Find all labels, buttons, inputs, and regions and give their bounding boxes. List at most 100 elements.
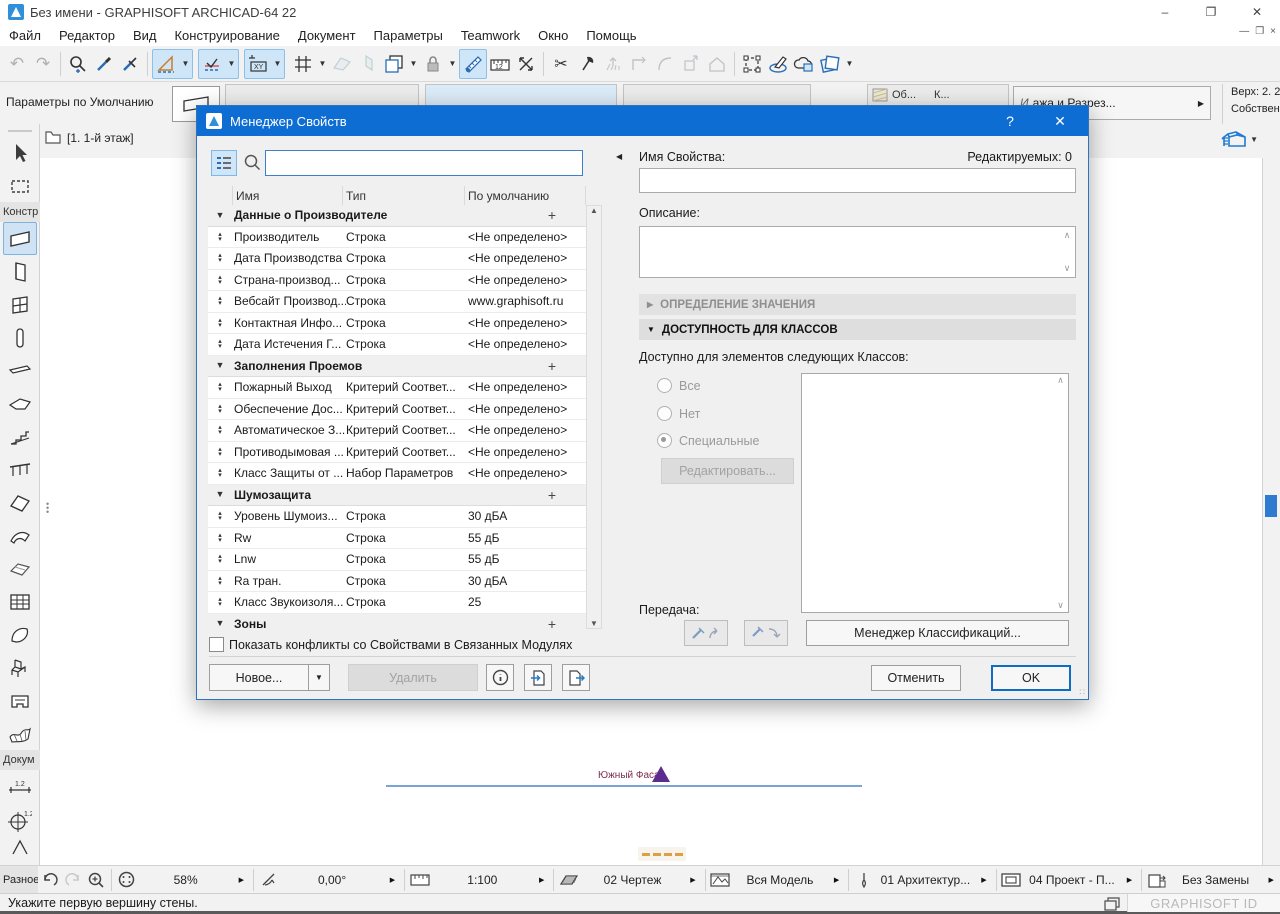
right-edge-strip[interactable] [1262, 158, 1280, 865]
property-row[interactable]: ▴▾Обеспечение Дос...Критерий Соответ...<… [208, 399, 586, 421]
layer-combination-icon[interactable] [557, 868, 580, 892]
desc-scroll-down-icon[interactable]: ∨ [1064, 263, 1071, 274]
tab-first-floor[interactable]: [1. 1-й этаж] [44, 130, 134, 145]
section-class-availability[interactable]: ▼ ДОСТУПНОСТЬ ДЛЯ КЛАССОВ [639, 319, 1076, 340]
coordinates-dropdown-icon[interactable]: ▼ [271, 50, 284, 78]
radio-none-row[interactable]: Нет [657, 406, 700, 421]
model-view-combo[interactable]: Вся Модель [732, 873, 828, 887]
add-property-icon[interactable]: + [534, 616, 561, 629]
minimize-button[interactable]: – [1142, 0, 1188, 24]
toolbox-section-misc[interactable]: Разное [0, 866, 38, 893]
zoom-to-selection-icon[interactable] [65, 50, 91, 78]
zoom-combo[interactable]: 58% [139, 873, 233, 887]
menu-teamwork[interactable]: Teamwork [452, 28, 529, 43]
pen-set-arrow-icon[interactable]: ▶ [975, 876, 992, 884]
dialog-close-button[interactable]: ✕ [1040, 106, 1080, 136]
annotate-icon[interactable] [765, 50, 791, 78]
marquee-mode-icon[interactable] [381, 50, 407, 78]
property-group-row[interactable]: ▼Зоны+ [208, 614, 586, 630]
property-row[interactable]: ▴▾Пожарный ВыходКритерий Соответ...<Не о… [208, 377, 586, 399]
export-button[interactable] [562, 664, 590, 691]
quick-options-dropdown-icon[interactable]: ▼ [1250, 135, 1258, 144]
eyedropper-icon[interactable] [91, 50, 117, 78]
mesh-tool[interactable] [3, 717, 37, 750]
menu-window[interactable]: Окно [529, 28, 577, 43]
inject-settings-button[interactable] [744, 620, 788, 646]
zoom-in-icon[interactable] [85, 868, 108, 892]
pen-set-icon[interactable] [852, 868, 875, 892]
coordinates-icon[interactable]: XY [245, 50, 271, 78]
curtain-wall-tool[interactable] [3, 585, 37, 618]
edit-group-icon[interactable] [739, 50, 765, 78]
column-default[interactable]: По умолчанию [465, 186, 586, 205]
add-property-icon[interactable]: + [534, 487, 561, 503]
renovation-filter-combo[interactable]: 04 Проект - П... [1023, 873, 1121, 887]
suspend-groups-dropdown-icon[interactable]: ▼ [446, 50, 459, 78]
undo-icon[interactable]: ↶ [4, 50, 30, 78]
stretch-icon[interactable] [513, 50, 539, 78]
combo-sliver-3[interactable] [623, 84, 811, 106]
quick-options[interactable]: ▼ [1221, 129, 1258, 149]
toolbox-handle[interactable] [8, 130, 32, 132]
show-conflicts-row[interactable]: Показать конфликты со Свойствами в Связа… [209, 637, 572, 652]
stair-tool[interactable] [3, 420, 37, 453]
elevation-line[interactable] [386, 785, 862, 787]
scale-combo[interactable]: 1:100 [432, 873, 533, 887]
window-tool[interactable] [3, 288, 37, 321]
orientation-combo-arrow-icon[interactable]: ▶ [384, 876, 401, 884]
trace-reference-icon[interactable] [329, 50, 355, 78]
graphisoft-id-button[interactable]: GRAPHISOFT ID [1127, 894, 1280, 912]
import-button[interactable] [524, 664, 552, 691]
classification-manager-button[interactable]: Менеджер Классификаций... [806, 620, 1069, 646]
suspend-groups-icon[interactable] [420, 50, 446, 78]
syringe-icon[interactable] [117, 50, 143, 78]
renovation-filter-arrow-icon[interactable]: ▶ [1121, 876, 1138, 884]
collapse-caret-icon[interactable]: ▼ [208, 621, 232, 626]
show-conflicts-checkbox[interactable] [209, 637, 224, 652]
layer-combination-arrow-icon[interactable]: ▶ [684, 876, 701, 884]
door-tool[interactable] [3, 255, 37, 288]
property-row[interactable]: ▴▾Дата ПроизводстваСтрока<Не определено> [208, 248, 586, 270]
scale-icon[interactable] [408, 868, 431, 892]
property-group-row[interactable]: ▼Заполнения Проемов+ [208, 356, 586, 378]
combo-sliver-1[interactable] [225, 84, 419, 106]
renovation-filter-icon[interactable] [1000, 868, 1023, 892]
toolbox-section-document[interactable]: Докум [0, 750, 40, 770]
desc-scroll-up-icon[interactable]: ∧ [1064, 230, 1071, 241]
menu-help[interactable]: Помощь [577, 28, 645, 43]
column-tool[interactable] [3, 321, 37, 354]
pen-set-combo[interactable]: 01 Архитектур... [876, 873, 976, 887]
radio-custom-row[interactable]: Специальные [657, 433, 760, 448]
radio-custom[interactable] [657, 433, 672, 448]
add-property-icon[interactable]: + [534, 358, 561, 374]
elevation-marker-icon[interactable] [652, 766, 670, 782]
slab-tool[interactable] [3, 387, 37, 420]
list-scroll-down-icon[interactable]: ∨ [1057, 600, 1064, 611]
collapse-caret-icon[interactable]: ▼ [208, 213, 232, 218]
add-property-icon[interactable]: + [534, 207, 561, 223]
new-dropdown-icon[interactable]: ▼ [308, 664, 330, 691]
morph-tool[interactable] [3, 552, 37, 585]
beam-tool[interactable] [3, 354, 37, 387]
scroll-up-icon[interactable]: ▲ [590, 206, 598, 215]
property-row[interactable]: ▴▾Автоматическое З...Критерий Соответ...… [208, 420, 586, 442]
property-row[interactable]: ▴▾Ra тран.Строка30 дБА [208, 571, 586, 593]
menu-view[interactable]: Вид [124, 28, 166, 43]
gallery-dropdown-icon[interactable]: ▼ [843, 50, 856, 78]
override-icon[interactable] [1145, 868, 1168, 892]
panel-collapse-icon[interactable]: ◀ [616, 152, 622, 161]
collapse-caret-icon[interactable]: ▼ [208, 492, 232, 497]
angle-dimension-tool[interactable] [3, 836, 37, 858]
level-dimension-tool[interactable]: 1.2 [3, 803, 37, 836]
info-button[interactable] [486, 664, 514, 691]
list-scroll-up-icon[interactable]: ∧ [1057, 375, 1064, 386]
section-value-definition[interactable]: ▶ ОПРЕДЕЛЕНИЕ ЗНАЧЕНИЯ [639, 294, 1076, 315]
snap-guides-dropdown-icon[interactable]: ▼ [225, 50, 238, 78]
search-input[interactable] [265, 150, 583, 176]
roof-tool[interactable] [3, 486, 37, 519]
fit-in-window-icon[interactable] [115, 868, 138, 892]
new-button[interactable]: Новое... [209, 664, 309, 691]
grid-snap-dropdown-icon[interactable]: ▼ [316, 50, 329, 78]
dialog-help-button[interactable]: ? [990, 106, 1030, 136]
model-view-icon[interactable] [709, 868, 732, 892]
